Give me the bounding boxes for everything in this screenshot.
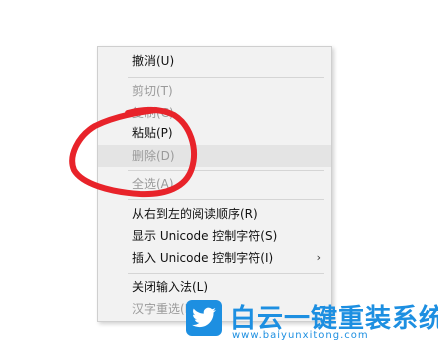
menu-item-delete[interactable]: 删除(D) [98, 145, 331, 167]
menu-item-select-all-label: 全选(A) [132, 177, 174, 191]
menu-item-rtl-reading-label: 从右到左的阅读顺序(R) [132, 207, 258, 221]
submenu-arrow-icon: › [316, 251, 321, 264]
menu-separator [128, 170, 324, 171]
menu-item-select-all[interactable]: 全选(A) [98, 173, 331, 195]
context-menu: 撤消(U) 剪切(T) 复制(C) 粘贴(P) 删除(D) 全选(A) 从右到左… [97, 46, 332, 322]
menu-item-show-unicode-label: 显示 Unicode 控制字符(S) [132, 229, 278, 243]
menu-item-close-ime-label: 关闭输入法(L) [132, 280, 209, 294]
menu-separator [128, 199, 324, 200]
menu-item-delete-label: 删除(D) [132, 149, 175, 163]
menu-separator [128, 273, 324, 274]
watermark-url: www.baiyunxitong.com [232, 330, 369, 341]
menu-item-insert-unicode[interactable]: 插入 Unicode 控制字符(I) › [98, 247, 331, 269]
menu-item-show-unicode[interactable]: 显示 Unicode 控制字符(S) [98, 225, 331, 247]
menu-item-paste[interactable]: 粘贴(P) [98, 122, 331, 144]
menu-item-rtl-reading[interactable]: 从右到左的阅读顺序(R) [98, 203, 331, 225]
twitter-bird-icon [186, 300, 222, 336]
menu-item-close-ime[interactable]: 关闭输入法(L) [98, 276, 331, 298]
menu-item-undo[interactable]: 撤消(U) [98, 50, 331, 72]
menu-item-undo-label: 撤消(U) [132, 54, 175, 68]
menu-item-paste-label: 粘贴(P) [132, 126, 173, 140]
menu-item-copy[interactable]: 复制(C) [98, 102, 331, 124]
menu-item-cut[interactable]: 剪切(T) [98, 80, 331, 102]
menu-item-insert-unicode-label: 插入 Unicode 控制字符(I) [132, 251, 274, 265]
menu-item-cut-label: 剪切(T) [132, 84, 173, 98]
watermark: 白云一键重装系统 www.baiyunxitong.com [186, 298, 438, 344]
menu-item-copy-label: 复制(C) [132, 106, 174, 120]
menu-separator [128, 77, 324, 78]
